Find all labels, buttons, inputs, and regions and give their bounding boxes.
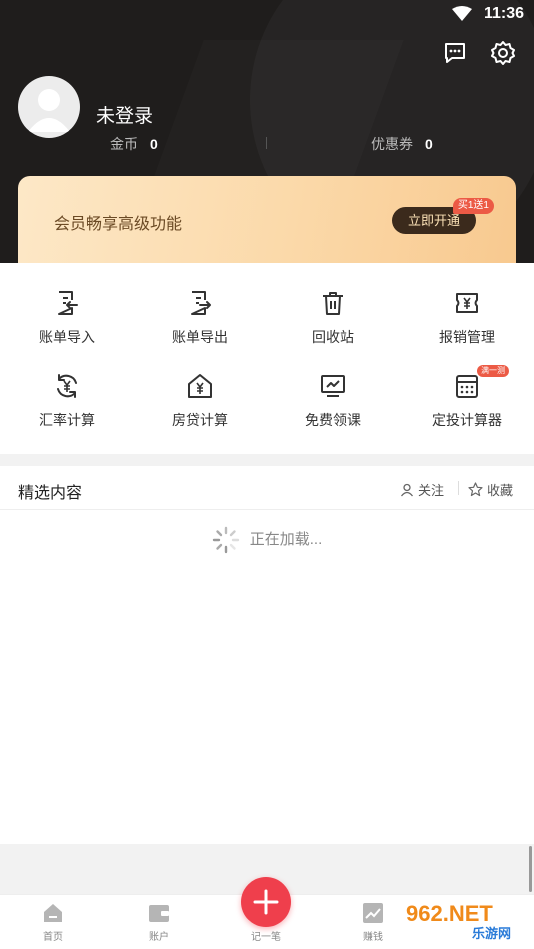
spinner-icon — [212, 526, 239, 554]
tool-course[interactable]: 免费领课 — [283, 371, 383, 430]
plus-icon — [253, 889, 279, 915]
mortgage-icon — [188, 374, 212, 398]
coins-label: 金币 — [110, 136, 138, 152]
add-record-label: 记一笔 — [251, 932, 281, 943]
tool-bill-export[interactable]: 账单导出 — [150, 288, 250, 347]
course-icon — [321, 375, 345, 397]
favorite-button[interactable]: 收藏 — [468, 480, 513, 499]
coupons-stat[interactable]: 优惠券 0 — [371, 134, 433, 154]
tab-label: 赚钱 — [363, 932, 383, 943]
add-record-button[interactable] — [241, 877, 291, 927]
reimburse-icon — [456, 293, 478, 313]
tool-label: 账单导出 — [172, 329, 228, 345]
profile-header: 11:36 未登录 金币 0 优惠券 0 会员畅享高级功能 立即开通 买1送1 — [0, 0, 534, 263]
vip-title: 会员畅享高级功能 — [54, 216, 183, 233]
content-divider — [458, 481, 459, 495]
coins-value: 0 — [150, 136, 158, 152]
favorite-label: 收藏 — [487, 483, 514, 498]
vip-card[interactable]: 会员畅享高级功能 立即开通 买1送1 — [18, 176, 516, 263]
tool-badge: 满一测 — [477, 365, 509, 377]
status-bar: 11:36 — [0, 0, 534, 30]
tool-mortgage[interactable]: 房贷计算 — [150, 371, 250, 430]
watermark-subtext: 乐游网 — [472, 926, 511, 942]
tab-earn[interactable]: 赚钱 — [343, 901, 403, 943]
loading-indicator: 正在加载... — [0, 526, 534, 554]
tool-label: 定投计算器 — [432, 412, 502, 428]
featured-content: 精选内容 关注 收藏 正在加载... — [0, 466, 534, 844]
wifi-icon — [452, 6, 472, 21]
tool-label: 房贷计算 — [172, 412, 228, 428]
star-icon — [468, 482, 483, 497]
settings-icon[interactable] — [490, 40, 516, 66]
tools-grid: 账单导入 账单导出 回收站 报销管理 汇率计算 房贷计算 免费领课 定投计算器 … — [0, 263, 534, 454]
tool-label: 免费领课 — [305, 412, 361, 428]
avatar[interactable] — [18, 76, 80, 138]
vip-badge: 买1送1 — [452, 198, 494, 214]
status-time: 11:36 — [483, 5, 524, 22]
tool-label: 回收站 — [312, 329, 354, 345]
follow-button[interactable]: 关注 — [400, 480, 444, 499]
tool-label: 报销管理 — [439, 329, 495, 345]
follow-label: 关注 — [418, 483, 445, 498]
content-title: 精选内容 — [18, 485, 83, 502]
wallet-icon — [149, 905, 169, 922]
coupons-label: 优惠券 — [371, 136, 413, 152]
watermark-logo: 962.NET 乐游网 — [396, 896, 534, 944]
tool-calculator[interactable]: 定投计算器 满一测 — [417, 365, 517, 430]
stat-divider — [266, 137, 267, 149]
scrollbar[interactable] — [529, 846, 532, 892]
content-header: 精选内容 关注 收藏 — [0, 466, 534, 510]
home-icon — [44, 904, 62, 922]
tab-label: 首页 — [43, 932, 63, 943]
tool-reimburse[interactable]: 报销管理 — [417, 288, 517, 347]
exchange-icon — [57, 374, 77, 398]
calculator-icon — [456, 375, 478, 398]
tab-home[interactable]: 首页 — [23, 901, 83, 943]
tool-trash[interactable]: 回收站 — [283, 288, 383, 347]
bill-export-icon — [191, 291, 211, 315]
watermark-text: 962.NET — [406, 901, 493, 926]
bill-import-icon — [58, 291, 78, 315]
tab-account[interactable]: 账户 — [129, 901, 189, 943]
user-icon — [400, 483, 414, 496]
loading-text: 正在加载... — [249, 530, 323, 548]
tool-exchange[interactable]: 汇率计算 — [17, 371, 117, 430]
tool-label: 账单导入 — [39, 329, 95, 345]
header-actions — [442, 40, 516, 66]
username[interactable]: 未登录 — [96, 101, 153, 128]
coins-stat[interactable]: 金币 0 — [110, 134, 158, 154]
tab-label: 账户 — [149, 932, 169, 943]
coupons-value: 0 — [425, 136, 433, 152]
tool-bill-import[interactable]: 账单导入 — [17, 288, 117, 347]
trash-icon — [323, 292, 343, 315]
message-icon[interactable] — [442, 40, 468, 66]
tool-label: 汇率计算 — [39, 412, 95, 428]
trend-icon — [363, 903, 383, 923]
